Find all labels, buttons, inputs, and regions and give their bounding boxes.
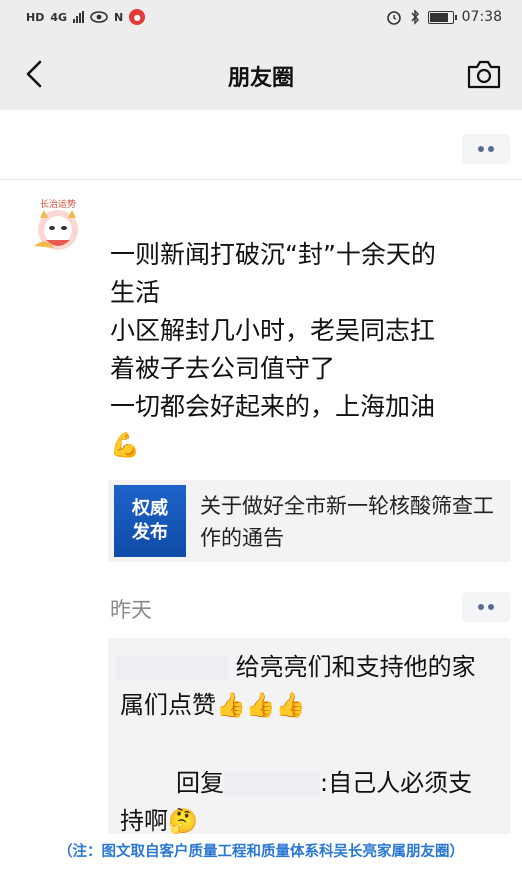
post-line-2: 生活 <box>110 278 161 307</box>
camera-icon[interactable] <box>466 58 502 90</box>
comments-area: 给亮亮们和支持他的家 属们点赞👍👍👍 回复 :自己人必须支 持啊🤔 <box>108 638 510 835</box>
link-thumbnail: 权威 发布 <box>114 485 186 557</box>
post-text: 一则新闻打破沉“封”十余天的 生活 小区解封几小时，老吴同志扛 着被子去公司值守… <box>110 236 510 464</box>
post-timestamp: 昨天 <box>110 598 152 622</box>
post-line-5: 一切都会好起来的，上海加油 <box>110 392 436 421</box>
previous-post <box>0 110 522 180</box>
comment-1-line-1: 给亮亮们和支持他的家 <box>235 653 476 681</box>
thinking-face-emoji: 🤔 <box>168 807 198 835</box>
avatar[interactable]: 长治运势 <box>28 196 88 256</box>
nfc-icon: N <box>114 10 124 24</box>
eye-icon <box>90 11 108 23</box>
network-rate: HD <box>26 10 45 24</box>
comment-2-line-2: 持啊 <box>120 807 168 835</box>
thumbs-up-emoji: 👍👍👍 <box>216 691 306 719</box>
notification-app-icon: ● <box>129 9 146 25</box>
commenter-name-blurred <box>116 656 228 680</box>
shared-link-card[interactable]: 权威 发布 关于做好全市新一轮核酸筛查工作的通告 <box>108 480 510 562</box>
comment-2-line-1: :自己人必须支 <box>320 769 473 797</box>
link-title: 关于做好全市新一轮核酸筛查工作的通告 <box>200 494 494 550</box>
post-line-4: 着被子去公司值守了 <box>110 354 336 383</box>
comment-2[interactable]: 回复 :自己人必须支 持啊🤔 <box>108 764 510 840</box>
post-line-1: 一则新闻打破沉“封”十余天的 <box>110 240 436 269</box>
thumb-line-1: 权威 <box>132 498 168 519</box>
alarm-icon <box>386 11 401 25</box>
more-options-button[interactable] <box>462 134 510 164</box>
signal-icon <box>73 11 85 23</box>
battery-icon <box>427 10 457 24</box>
comment-1-line-2: 属们点赞 <box>120 691 216 719</box>
clock-time: 07:38 <box>461 9 502 25</box>
flexed-biceps-emoji: 💪 <box>110 431 140 459</box>
page-title: 朋友圈 <box>227 66 294 91</box>
status-bar: HD 4G N ● 07:38 <box>0 0 522 38</box>
post-more-button[interactable] <box>462 592 510 622</box>
reply-target-name-blurred <box>224 772 320 796</box>
comment-1[interactable]: 给亮亮们和支持他的家 属们点赞👍👍👍 <box>108 648 510 724</box>
footnote-caption: （注：图文取自客户质量工程和质量体系科吴长亮家属朋友圈） <box>58 844 464 860</box>
nav-bar: 朋友圈 <box>0 38 522 110</box>
bluetooth-icon <box>411 9 419 25</box>
avatar-text: 长治运势 <box>40 198 76 210</box>
post-line-3: 小区解封几小时，老吴同志扛 <box>110 316 436 345</box>
reply-label: 回复 <box>176 769 224 797</box>
network-type: 4G <box>50 10 68 24</box>
thumb-line-2: 发布 <box>132 522 168 543</box>
